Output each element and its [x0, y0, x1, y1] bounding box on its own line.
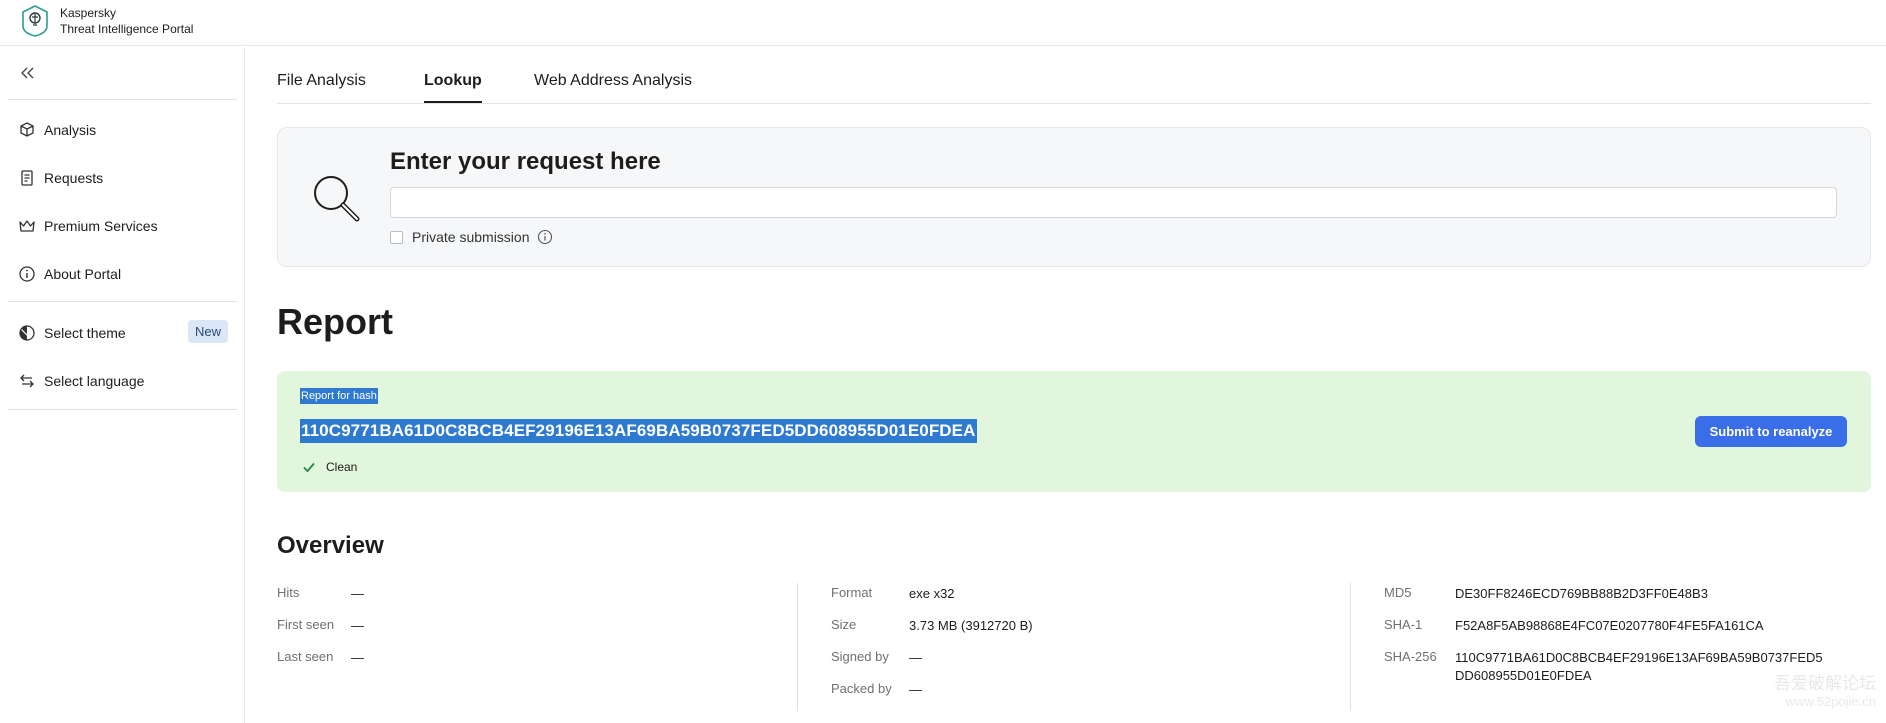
overview-label: Size — [831, 617, 857, 632]
sidebar-item-premium-services[interactable]: Premium Services — [18, 215, 228, 237]
info-icon — [19, 266, 35, 282]
private-submission-checkbox[interactable] — [390, 230, 403, 244]
sidebar-item-requests[interactable]: Requests — [18, 167, 228, 189]
sidebar-item-label: About Portal — [44, 266, 122, 282]
search-panel: Enter your request here Private submissi… — [277, 127, 1871, 267]
overview-row: Signed by — — [831, 644, 1331, 676]
overview-row: Last seen — — [277, 644, 777, 676]
private-submission-label: Private submission — [412, 229, 530, 245]
sha256-line: DD608955D01E0FDEA — [1455, 668, 1592, 683]
watermark-title: 吾爱破解论坛 — [1774, 674, 1876, 693]
brand-subtitle: Threat Intelligence Portal — [60, 22, 194, 36]
column-divider — [1350, 583, 1351, 711]
overview-value: — — [351, 618, 364, 633]
overview-label: MD5 — [1384, 585, 1412, 600]
overview-label: SHA-256 — [1384, 649, 1437, 664]
tab-web-address-analysis[interactable]: Web Address Analysis — [534, 72, 692, 101]
sidebar-item-analysis[interactable]: Analysis — [18, 119, 228, 141]
watermark-url: www.52pojie.cn — [1785, 694, 1876, 709]
overview-label: Signed by — [831, 649, 889, 664]
sidebar-item-label: Analysis — [44, 122, 97, 138]
overview-value: — — [909, 682, 922, 697]
private-submission-row: Private submission — [390, 229, 553, 245]
cube-icon — [20, 122, 34, 137]
document-icon — [21, 170, 33, 186]
info-icon[interactable] — [537, 229, 553, 245]
tab-file-analysis[interactable]: File Analysis — [277, 72, 366, 101]
overview-column-file: Format exe x32 Size 3.73 MB (3912720 B) … — [831, 580, 1331, 708]
overview-label: Hits — [277, 585, 300, 600]
overview-value: — — [351, 650, 364, 665]
search-title: Enter your request here — [390, 148, 661, 175]
brand[interactable]: Kaspersky Threat Intelligence Portal — [20, 4, 193, 38]
overview-row: Format exe x32 — [831, 580, 1331, 612]
language-switch-icon — [20, 374, 34, 388]
overview-label: First seen — [277, 617, 335, 632]
overview-row: MD5 DE30FF8246ECD769BB88B2D3FF0E48B3 — [1384, 580, 1874, 612]
top-header: Kaspersky Threat Intelligence Portal — [0, 0, 1886, 46]
overview-label: Packed by — [831, 681, 892, 696]
sidebar-divider — [8, 409, 237, 410]
overview-column-activity: Hits — First seen — Last seen — — [277, 580, 777, 676]
sidebar: Analysis Requests Premium Services About… — [0, 47, 245, 723]
sidebar-item-select-language[interactable]: Select language — [18, 370, 228, 392]
kaspersky-logo-icon — [22, 5, 48, 37]
sidebar-divider — [8, 99, 237, 100]
overview-row: Hits — — [277, 580, 777, 612]
overview-row: Packed by — — [831, 676, 1331, 708]
sidebar-item-select-theme[interactable]: Select theme New — [18, 320, 228, 344]
status-badge: Clean — [326, 460, 358, 474]
search-input[interactable] — [390, 187, 1837, 218]
sidebar-item-about-portal[interactable]: About Portal — [18, 263, 228, 285]
submit-to-reanalyze-button[interactable]: Submit to reanalyze — [1695, 416, 1847, 447]
overview-value: exe x32 — [909, 586, 955, 601]
analysis-tabs: File Analysis Lookup Web Address Analysi… — [277, 62, 1871, 104]
new-badge: New — [187, 320, 228, 343]
crown-icon — [19, 220, 35, 232]
status-row: Clean — [302, 460, 357, 474]
tab-lookup[interactable]: Lookup — [424, 72, 482, 103]
search-icon — [314, 176, 360, 222]
overview-column-hashes: MD5 DE30FF8246ECD769BB88B2D3FF0E48B3 SHA… — [1384, 580, 1874, 688]
sidebar-item-label: Select language — [44, 373, 145, 389]
hash-result-card: Report for hash 110C9771BA61D0C8BCB4EF29… — [277, 371, 1871, 492]
overview-label: SHA-1 — [1384, 617, 1423, 632]
sidebar-item-label: Select theme — [44, 325, 126, 341]
theme-icon — [19, 325, 35, 341]
sidebar-item-label: Requests — [44, 170, 104, 186]
collapse-sidebar-icon[interactable] — [18, 63, 38, 83]
watermark: 吾爱破解论坛 www.52pojie.cn — [1774, 675, 1876, 711]
sidebar-divider — [8, 301, 237, 302]
overview-value: — — [909, 650, 922, 665]
md5-value: DE30FF8246ECD769BB88B2D3FF0E48B3 — [1455, 586, 1708, 601]
overview-label: Last seen — [277, 649, 334, 664]
overview-row: Size 3.73 MB (3912720 B) — [831, 612, 1331, 644]
hash-value: 110C9771BA61D0C8BCB4EF29196E13AF69BA59B0… — [300, 419, 977, 443]
sha256-value: 110C9771BA61D0C8BCB4EF29196E13AF69BA59B0… — [1455, 649, 1823, 685]
overview-value: — — [351, 586, 364, 601]
sidebar-item-label: Premium Services — [44, 218, 158, 234]
brand-name: Kaspersky — [60, 6, 117, 20]
sha256-line: 110C9771BA61D0C8BCB4EF29196E13AF69BA59B0… — [1455, 650, 1823, 665]
report-heading: Report — [277, 301, 393, 342]
check-icon — [303, 462, 315, 473]
sha1-value: F52A8F5AB98868E4FC07E0207780F4FE5FA161CA — [1455, 618, 1764, 633]
overview-value: 3.73 MB (3912720 B) — [909, 618, 1033, 633]
report-caption: Report for hash — [300, 388, 378, 404]
column-divider — [797, 583, 798, 711]
overview-row: First seen — — [277, 612, 777, 644]
overview-heading: Overview — [277, 532, 384, 559]
overview-label: Format — [831, 585, 873, 600]
overview-row: SHA-1 F52A8F5AB98868E4FC07E0207780F4FE5F… — [1384, 612, 1874, 644]
